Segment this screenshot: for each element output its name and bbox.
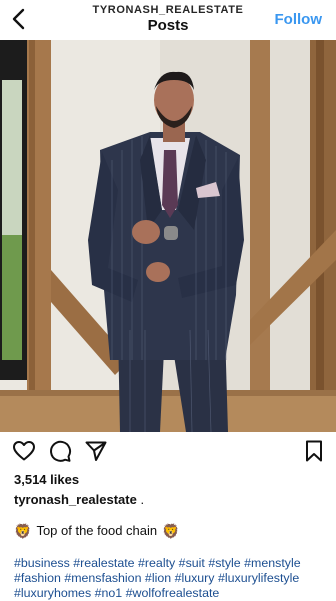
- comment-button[interactable]: [48, 439, 72, 463]
- heart-icon: [13, 441, 35, 461]
- hashtag-link[interactable]: #fashion: [14, 571, 61, 585]
- share-button[interactable]: [84, 439, 108, 463]
- hashtag-link[interactable]: #no1: [95, 586, 123, 600]
- post-photo[interactable]: [0, 40, 336, 432]
- hashtag-link[interactable]: #luxuryhomes: [14, 586, 91, 600]
- poster-username[interactable]: tyronash_realestate: [14, 492, 137, 507]
- header-titles: TYRONASH_REALESTATE Posts: [70, 3, 266, 35]
- post-image-illustration: [0, 40, 336, 432]
- likes-count[interactable]: 3,514 likes: [14, 472, 79, 487]
- hashtag-link[interactable]: #mensfashion: [64, 571, 141, 585]
- follow-button[interactable]: Follow: [275, 11, 323, 28]
- back-button[interactable]: [6, 6, 32, 32]
- poster-line: tyronash_realestate .: [14, 492, 144, 507]
- paper-plane-icon: [85, 441, 107, 461]
- page-title: Posts: [147, 17, 189, 34]
- hashtag-link[interactable]: #realestate: [73, 556, 134, 570]
- like-button[interactable]: [12, 439, 36, 463]
- hashtag-link[interactable]: #luxury: [175, 571, 215, 585]
- poster-suffix: .: [136, 492, 145, 507]
- comment-bubble-icon: [50, 440, 72, 462]
- lion-emoji-icon: 🦁: [162, 522, 180, 539]
- hashtag-link[interactable]: #menstyle: [244, 556, 300, 570]
- caption-text: Top of the food chain: [36, 523, 158, 538]
- hashtag-link[interactable]: #lion: [145, 571, 171, 585]
- hashtag-link[interactable]: #suit: [179, 556, 205, 570]
- bookmark-icon: [306, 440, 322, 462]
- hashtag-link[interactable]: #business: [14, 556, 70, 570]
- caption: 🦁 Top of the food chain 🦁: [14, 523, 180, 538]
- hashtag-link[interactable]: #luxurylifestyle: [218, 571, 299, 585]
- hashtag-link[interactable]: #realty: [138, 556, 175, 570]
- post-action-bar: [0, 436, 336, 466]
- hashtag-link[interactable]: #style: [208, 556, 240, 570]
- chevron-left-icon: [12, 8, 25, 30]
- hashtag-list: #business #realestate #realty #suit #sty…: [14, 556, 332, 601]
- save-button[interactable]: [302, 439, 326, 463]
- hashtag-link[interactable]: #wolfofrealestate: [126, 586, 220, 600]
- header-username: TYRONASH_REALESTATE: [92, 4, 244, 16]
- top-header: TYRONASH_REALESTATE Posts Follow: [0, 0, 336, 40]
- lion-emoji-icon: 🦁: [14, 522, 32, 539]
